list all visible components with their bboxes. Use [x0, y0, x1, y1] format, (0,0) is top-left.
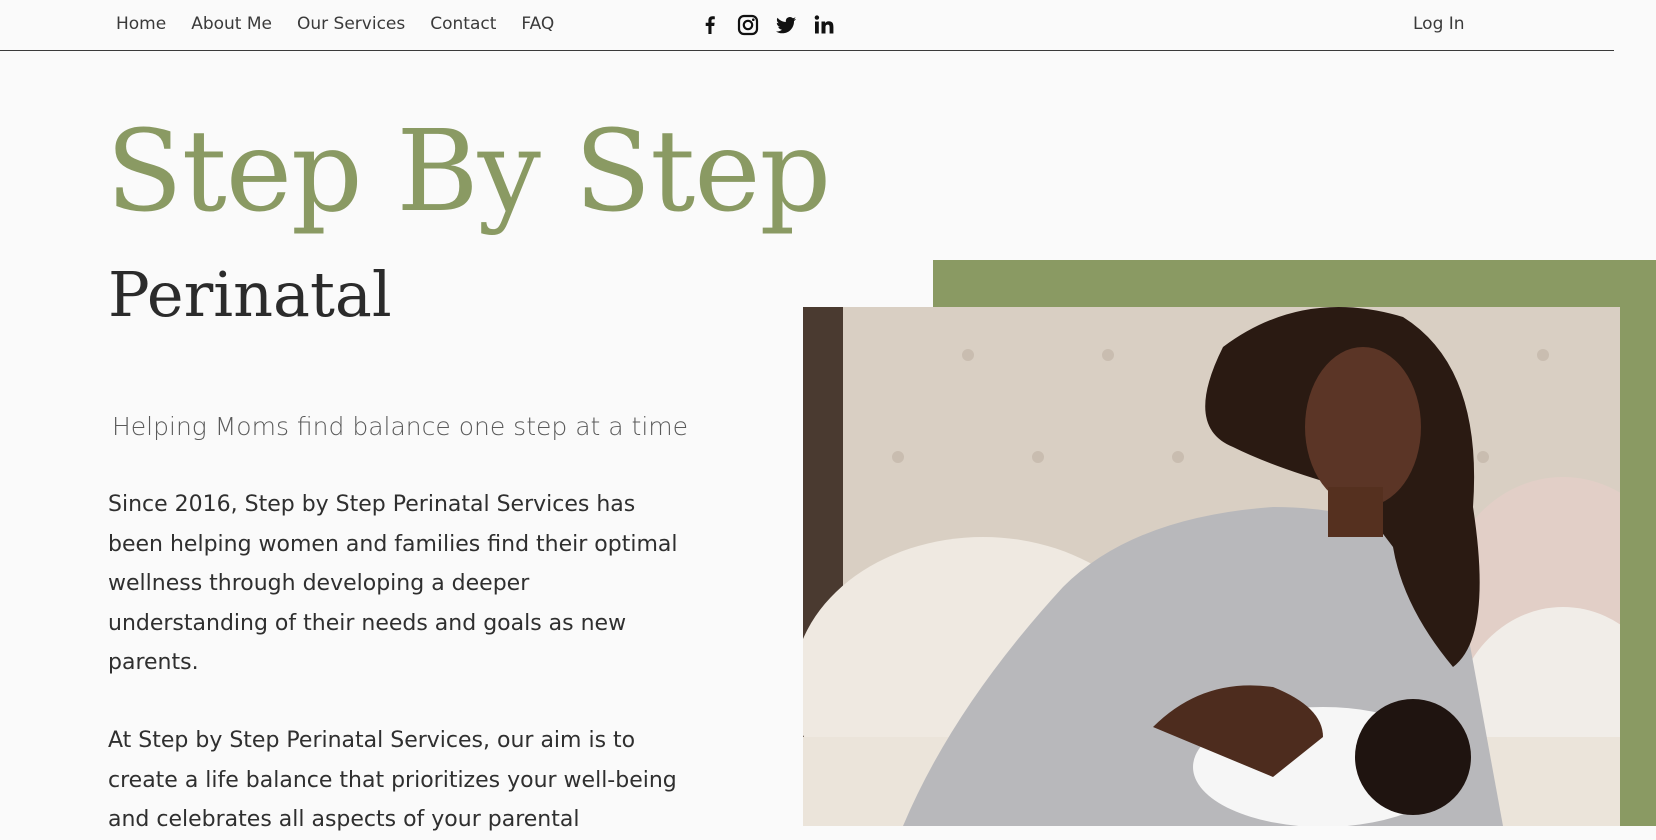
- facebook-icon[interactable]: [698, 13, 722, 37]
- login-link[interactable]: Log In: [1413, 14, 1465, 34]
- mission-paragraph: At Step by Step Perinatal Services, our …: [108, 728, 677, 832]
- nav-home[interactable]: Home: [116, 14, 166, 34]
- page-subtitle: Perinatal: [108, 258, 392, 331]
- page-title: Step By Step: [106, 107, 831, 237]
- nav-links: Home About Me Our Services Contact FAQ: [116, 14, 579, 34]
- nav-our-services[interactable]: Our Services: [297, 14, 405, 34]
- nav-faq[interactable]: FAQ: [521, 14, 554, 34]
- top-navigation: Home About Me Our Services Contact FAQ L…: [0, 0, 1614, 51]
- linkedin-icon[interactable]: [812, 13, 836, 37]
- nav-contact[interactable]: Contact: [430, 14, 496, 34]
- hero-photo: [803, 307, 1620, 826]
- twitter-icon[interactable]: [774, 13, 798, 37]
- social-links: [698, 13, 836, 37]
- instagram-icon[interactable]: [736, 13, 760, 37]
- tagline: Helping Moms find balance one step at a …: [112, 412, 689, 441]
- intro-paragraph: Since 2016, Step by Step Perinatal Servi…: [108, 492, 678, 675]
- nav-about-me[interactable]: About Me: [191, 14, 272, 34]
